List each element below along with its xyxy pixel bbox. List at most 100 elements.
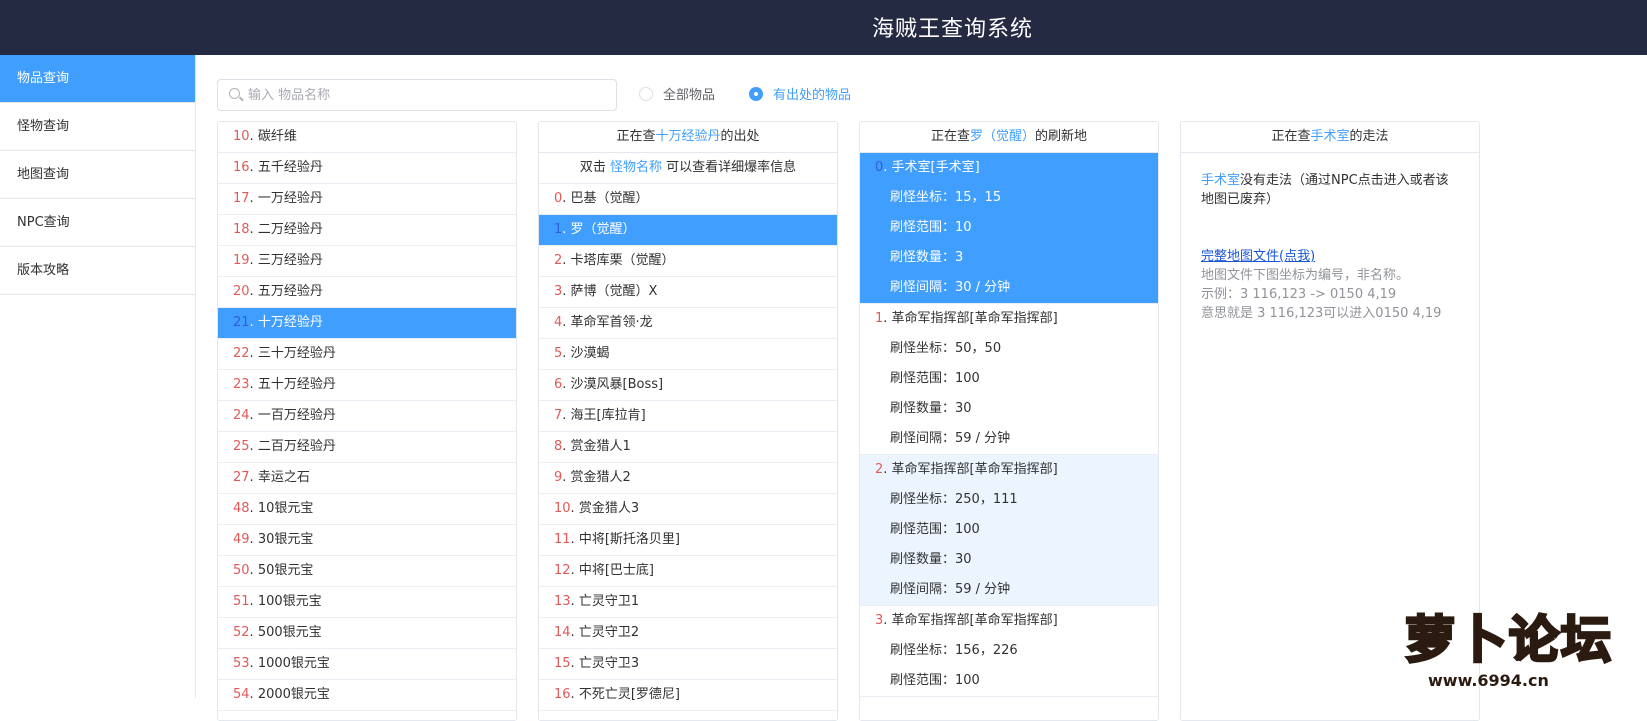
item-name: 10银元宝 bbox=[257, 501, 314, 516]
spawn-coord: 刷怪坐标：50，50 bbox=[890, 341, 1002, 356]
monster-row[interactable]: 6. 沙漠风暴[Boss] bbox=[539, 370, 837, 401]
item-name: 五十万经验丹 bbox=[257, 377, 336, 392]
monster-name: 中将[斯托洛贝里] bbox=[578, 532, 680, 547]
item-number: 10 bbox=[233, 129, 250, 144]
monster-row[interactable]: 12. 中将[巴士底] bbox=[539, 556, 837, 587]
radio-items-with-source[interactable]: 有出处的物品 bbox=[749, 84, 851, 103]
monster-list: 0. 巴基（觉醒） 1. 罗（觉醒） 2. 卡塔库栗（觉醒） 3. 萨博（觉醒）X 4.… bbox=[539, 184, 837, 711]
hint-prefix: 双击 bbox=[579, 160, 610, 175]
item-row[interactable]: 54. 2000银元宝 bbox=[218, 680, 516, 711]
monster-number: 16 bbox=[554, 687, 571, 702]
app-header: 海贼王查询系统 bbox=[0, 0, 1647, 55]
monster-row[interactable]: 1. 罗（觉醒） bbox=[539, 215, 837, 246]
item-row[interactable]: 20. 五万经验丹 bbox=[218, 277, 516, 308]
item-row[interactable]: 22. 三十万经验丹 bbox=[218, 339, 516, 370]
spawn-coord: 刷怪坐标：156，226 bbox=[890, 643, 1018, 658]
sidebar-item-npc-query[interactable]: NPC查询 bbox=[0, 199, 195, 247]
monster-number: 10 bbox=[554, 501, 571, 516]
item-number: 21 bbox=[233, 315, 250, 330]
spawn-map-name: 0. 手术室[手术室] bbox=[875, 160, 980, 175]
monster-number: 14 bbox=[554, 625, 571, 640]
monster-row[interactable]: 11. 中将[斯托洛贝里] bbox=[539, 525, 837, 556]
radio-dot-unchecked bbox=[639, 86, 653, 101]
sidebar-item-monster-query[interactable]: 怪物查询 bbox=[0, 103, 195, 151]
monster-number: 7 bbox=[554, 408, 563, 423]
item-row[interactable]: 17. 一万经验丹 bbox=[218, 184, 516, 215]
item-name: 100银元宝 bbox=[257, 594, 322, 609]
monster-row[interactable]: 15. 亡灵守卫3 bbox=[539, 649, 837, 680]
item-row[interactable]: 25. 二百万经验丹 bbox=[218, 432, 516, 463]
item-row[interactable]: 21. 十万经验丹 bbox=[218, 308, 516, 339]
monster-row[interactable]: 2. 卡塔库栗（觉醒） bbox=[539, 246, 837, 277]
title-item-name: 十万经验丹 bbox=[655, 129, 721, 144]
spawn-entry[interactable]: 1. 革命军指挥部[革命军指挥部] 刷怪坐标：50，50 刷怪范围：100 刷怪数量：… bbox=[860, 304, 1158, 455]
spawn-panel-title: 正在查罗（觉醒）的刷新地 bbox=[860, 122, 1158, 153]
item-row[interactable]: 18. 二万经验丹 bbox=[218, 215, 516, 246]
radio-label: 全部物品 bbox=[663, 88, 716, 103]
title-prefix: 正在查 bbox=[616, 129, 656, 144]
item-number: 51 bbox=[233, 594, 250, 609]
monster-row[interactable]: 10. 赏金猎人3 bbox=[539, 494, 837, 525]
full-map-file-link[interactable]: 完整地图文件(点我) bbox=[1201, 249, 1315, 264]
spawn-entry[interactable]: 3. 革命军指挥部[革命军指挥部] 刷怪坐标：156，226 刷怪范围：100 bbox=[860, 606, 1158, 697]
sidebar-item-item-query[interactable]: 物品查询 bbox=[0, 55, 195, 103]
monster-number: 8 bbox=[554, 439, 563, 454]
monster-row[interactable]: 14. 亡灵守卫2 bbox=[539, 618, 837, 649]
title-map-name: 手术室 bbox=[1310, 129, 1350, 144]
monster-number: 0 bbox=[554, 191, 563, 206]
item-row[interactable]: 23. 五十万经验丹 bbox=[218, 370, 516, 401]
sidebar-item-map-query[interactable]: 地图查询 bbox=[0, 151, 195, 199]
monster-row[interactable]: 3. 萨博（觉醒）X bbox=[539, 277, 837, 308]
monster-row[interactable]: 7. 海王[库拉肯] bbox=[539, 401, 837, 432]
map-name: 手术室 bbox=[1201, 173, 1241, 188]
monster-row[interactable]: 0. 巴基（觉醒） bbox=[539, 184, 837, 215]
item-number: 16 bbox=[233, 160, 250, 175]
item-row[interactable]: 51. 100银元宝 bbox=[218, 587, 516, 618]
item-row[interactable]: 52. 500银元宝 bbox=[218, 618, 516, 649]
spawn-number: 3 bbox=[875, 613, 884, 628]
item-row[interactable]: 48. 10银元宝 bbox=[218, 494, 516, 525]
route-body: 手术室没有走法（通过NPC点击进入或者该地图已废弃） 完整地图文件(点我) 地图… bbox=[1181, 153, 1479, 341]
item-name: 二万经验丹 bbox=[257, 222, 323, 237]
item-row[interactable]: 24. 一百万经验丹 bbox=[218, 401, 516, 432]
item-row[interactable]: 49. 30银元宝 bbox=[218, 525, 516, 556]
spawn-number: 0 bbox=[875, 160, 884, 175]
radio-dot-checked bbox=[749, 86, 763, 101]
monster-name: 沙漠风暴[Boss] bbox=[570, 377, 664, 392]
item-row[interactable]: 53. 1000银元宝 bbox=[218, 649, 516, 680]
item-row[interactable]: 10. 碳纤维 bbox=[218, 122, 516, 153]
no-route-message: 手术室没有走法（通过NPC点击进入或者该地图已废弃） bbox=[1201, 171, 1459, 209]
monster-name: 中将[巴士底] bbox=[578, 563, 654, 578]
source-panel-title: 正在查十万经验丹的出处 bbox=[539, 122, 837, 153]
spawn-entry[interactable]: 0. 手术室[手术室] 刷怪坐标：15，15 刷怪范围：10 刷怪数量：3 刷怪间隔：3… bbox=[860, 153, 1158, 304]
item-row[interactable]: 16. 五千经验丹 bbox=[218, 153, 516, 184]
monster-name: 赏金猎人1 bbox=[570, 439, 631, 454]
radio-all-items[interactable]: 全部物品 bbox=[639, 84, 715, 103]
monster-row[interactable]: 4. 革命军首领·龙 bbox=[539, 308, 837, 339]
source-panel-hint: 双击 怪物名称 可以查看详细爆率信息 bbox=[539, 153, 837, 184]
monster-row[interactable]: 13. 亡灵守卫1 bbox=[539, 587, 837, 618]
item-name: 幸运之石 bbox=[257, 470, 310, 485]
sidebar-item-version-guide[interactable]: 版本攻略 bbox=[0, 247, 195, 295]
monster-row[interactable]: 8. 赏金猎人1 bbox=[539, 432, 837, 463]
item-search-input[interactable] bbox=[248, 80, 608, 110]
spawn-map: 革命军指挥部[革命军指挥部] bbox=[891, 613, 1058, 628]
spawn-number: 1 bbox=[875, 311, 884, 326]
spawn-list: 0. 手术室[手术室] 刷怪坐标：15，15 刷怪范围：10 刷怪数量：3 刷怪间隔：3… bbox=[860, 153, 1158, 697]
monster-name: 革命军首领·龙 bbox=[570, 315, 653, 330]
monster-number: 1 bbox=[554, 222, 563, 237]
monster-row[interactable]: 16. 不死亡灵[罗德尼] bbox=[539, 680, 837, 711]
monster-number: 9 bbox=[554, 470, 563, 485]
title-prefix: 正在查 bbox=[930, 129, 970, 144]
monster-name: 卡塔库栗（觉醒） bbox=[570, 253, 675, 268]
spawn-coord: 刷怪坐标：15，15 bbox=[890, 190, 1002, 205]
item-row[interactable]: 19. 三万经验丹 bbox=[218, 246, 516, 277]
spawn-interval: 刷怪间隔：59 / 分钟 bbox=[890, 431, 1011, 446]
item-row[interactable]: 27. 幸运之石 bbox=[218, 463, 516, 494]
monster-row[interactable]: 9. 赏金猎人2 bbox=[539, 463, 837, 494]
monster-row[interactable]: 5. 沙漠蝎 bbox=[539, 339, 837, 370]
spawn-entry[interactable]: 2. 革命军指挥部[革命军指挥部] 刷怪坐标：250，111 刷怪范围：100 刷怪数… bbox=[860, 455, 1158, 606]
item-row[interactable]: 50. 50银元宝 bbox=[218, 556, 516, 587]
monster-name: 罗（觉醒） bbox=[570, 222, 636, 237]
spawn-map-name: 1. 革命军指挥部[革命军指挥部] bbox=[875, 311, 1058, 326]
